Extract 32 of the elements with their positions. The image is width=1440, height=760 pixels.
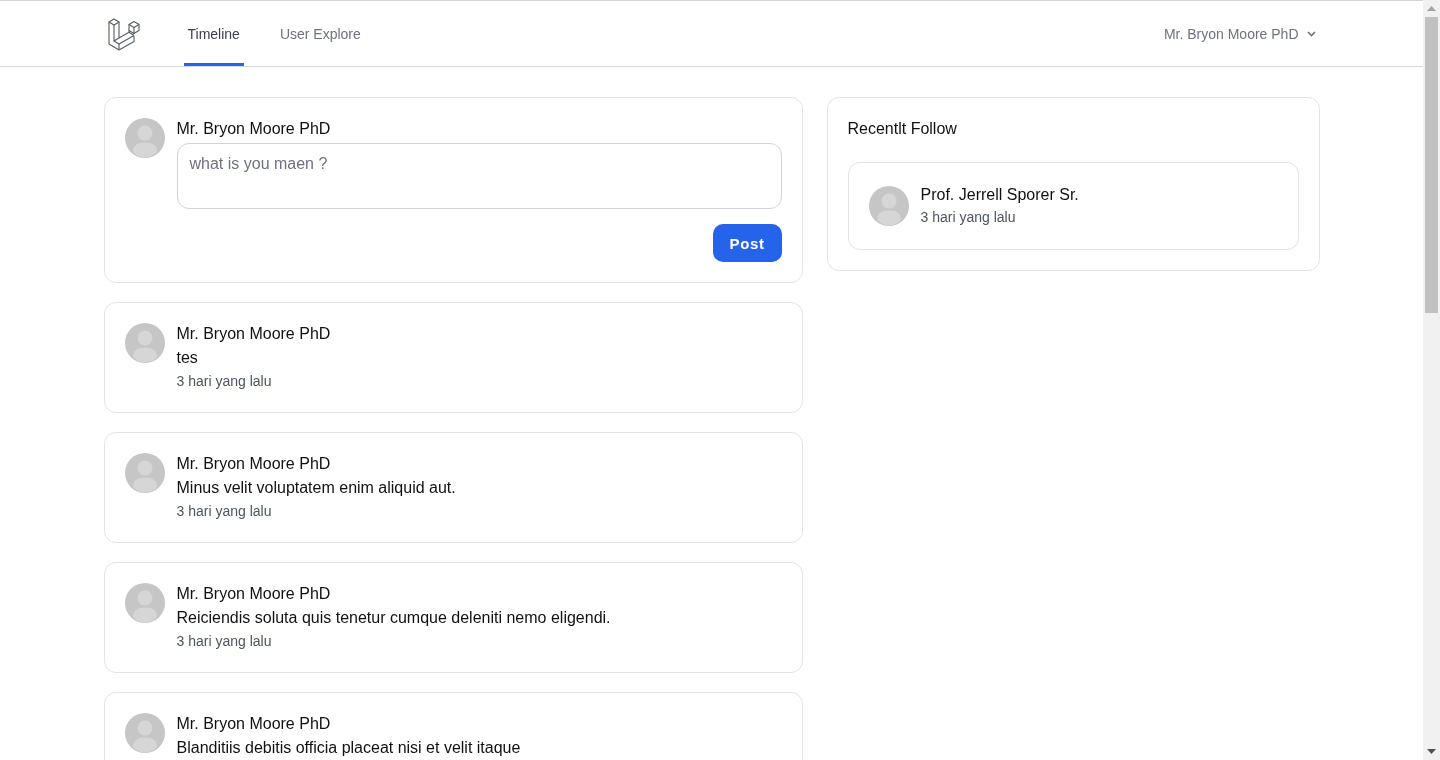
author-name: Mr. Bryon Moore PhD	[176, 454, 331, 474]
scrollbar-track[interactable]	[1423, 0, 1440, 760]
avatar-icon	[124, 453, 165, 493]
followed-user-card[interactable]: Prof. Jerrell Sporer Sr. 3 hari yang lalu	[847, 162, 1299, 250]
avatar-icon	[124, 323, 165, 363]
post-text: Blanditiis debitis officia placeat nisi et velit itaque	[176, 738, 521, 758]
nav-tab[interactable]: Timeline	[183, 1, 244, 66]
post-text: Reiciendis soluta quis tenetur cumque deleniti nemo eligendi.	[176, 608, 611, 628]
post-time: 3 hari yang lalu	[176, 372, 272, 391]
author-name: Mr. Bryon Moore PhD	[176, 119, 331, 139]
avatar-icon	[124, 583, 165, 623]
scroll-up-icon[interactable]	[1427, 6, 1436, 11]
author-name: Mr. Bryon Moore PhD	[176, 584, 331, 604]
card-title: Recentlt Follow	[847, 119, 958, 139]
follow-time: 3 hari yang lalu	[920, 208, 1016, 227]
post-input-field[interactable]: what is you maen ?	[176, 143, 782, 209]
post-time: 3 hari yang lalu	[176, 632, 272, 651]
post-text: Minus velit voluptatem enim aliquid aut.	[176, 478, 456, 498]
user-menu[interactable]: Mr. Bryon Moore PhD	[1163, 25, 1316, 42]
avatar-icon	[124, 713, 165, 753]
author-name: Mr. Bryon Moore PhD	[176, 324, 331, 344]
author-name: Mr. Bryon Moore PhD	[176, 714, 331, 734]
post-text: tes	[176, 348, 198, 368]
user-name: Prof. Jerrell Sporer Sr.	[920, 185, 1079, 205]
nav-tab[interactable]: User Explore	[275, 1, 365, 66]
avatar-icon	[124, 118, 165, 158]
scroll-down-icon[interactable]	[1427, 749, 1436, 754]
post-time: 3 hari yang lalu	[176, 502, 272, 521]
avatar-icon	[868, 186, 909, 226]
chevron-down-icon	[1306, 30, 1316, 37]
scrollbar-thumb[interactable]	[1425, 17, 1438, 313]
post-button[interactable]: Post	[712, 224, 782, 262]
